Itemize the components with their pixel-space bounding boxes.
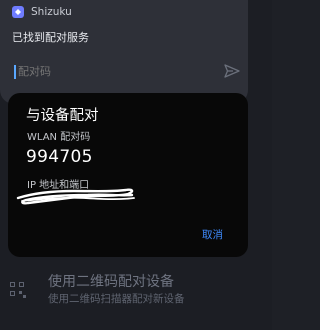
pairing-code-input[interactable] <box>18 62 208 80</box>
redacted-ip-scribble <box>16 188 135 205</box>
shizuku-icon <box>12 6 24 18</box>
dialog-title: 与设备配对 <box>26 108 99 124</box>
notification-card: Shizuku 已找到配对服务 <box>0 0 248 104</box>
qr-code-icon <box>10 282 26 298</box>
qr-pair-title: 使用二维码配对设备 <box>48 274 174 290</box>
notification-header: Shizuku <box>12 6 72 18</box>
app-name: Shizuku <box>31 6 72 18</box>
send-icon[interactable] <box>224 64 240 78</box>
qr-pair-option[interactable]: 使用二维码配对设备 使用二维码扫描器配对新设备 <box>8 270 272 322</box>
cancel-button[interactable]: 取消 <box>202 227 223 242</box>
notification-message: 已找到配对服务 <box>12 31 89 44</box>
reply-row <box>10 58 246 84</box>
qr-pair-subtitle: 使用二维码扫描器配对新设备 <box>48 293 185 305</box>
text-cursor <box>14 65 16 79</box>
pairing-code: 994705 <box>26 147 93 167</box>
pair-device-dialog: 与设备配对 WLAN 配对码 994705 IP 地址和端口 取消 <box>8 93 248 257</box>
wlan-code-label: WLAN 配对码 <box>27 132 91 143</box>
